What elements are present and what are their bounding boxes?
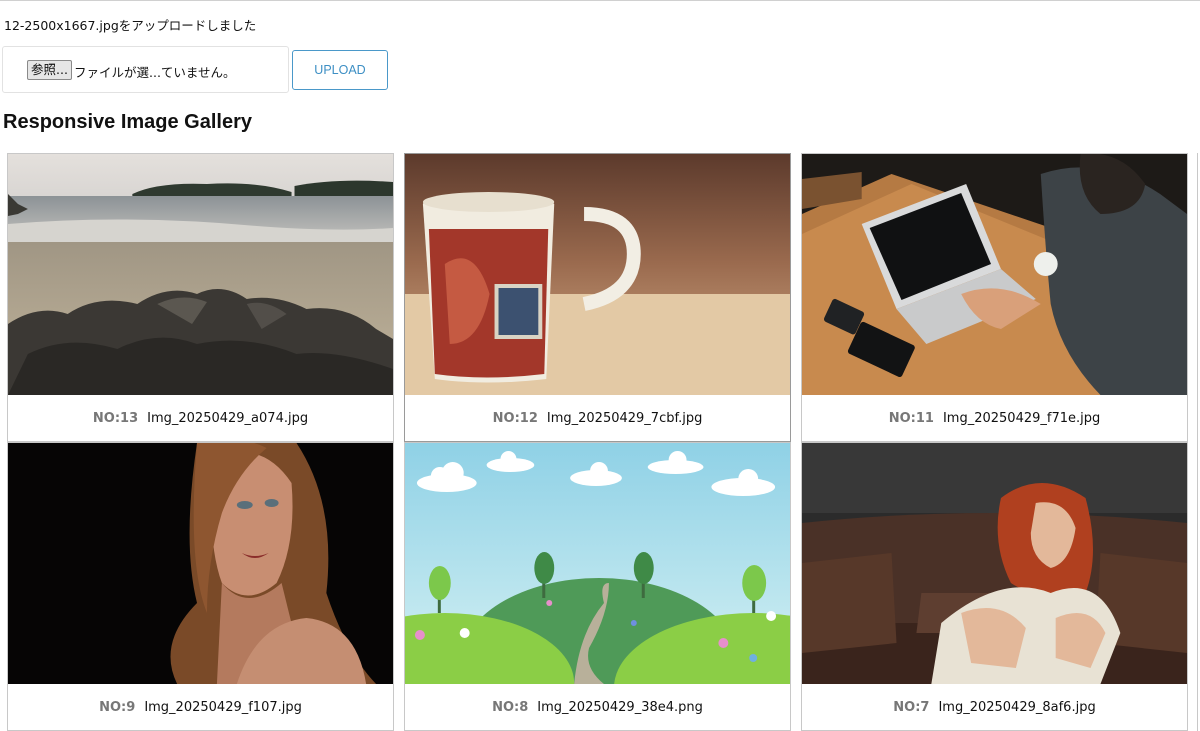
image-number: NO:9 <box>99 699 136 715</box>
gallery-caption: NO:7 Img_20250429_8af6.jpg <box>802 684 1187 730</box>
gallery-title: Responsive Image Gallery <box>3 111 253 133</box>
image-filename: Img_20250429_7cbf.jpg <box>546 410 703 426</box>
image-filename: Img_20250429_f71e.jpg <box>942 410 1101 426</box>
file-input-box[interactable]: 参照... ファイルが選...ていません。 <box>2 46 289 93</box>
image-number: NO:11 <box>888 410 934 426</box>
image-number: NO:7 <box>893 699 930 715</box>
gallery-card[interactable]: NO:9 Img_20250429_f107.jpg <box>7 442 394 731</box>
gallery-card[interactable]: NO:11 Img_20250429_f71e.jpg <box>801 153 1188 442</box>
image-filename: Img_20250429_8af6.jpg <box>938 699 1096 715</box>
image-number: NO:8 <box>492 699 529 715</box>
gallery-card[interactable]: NO:13 Img_20250429_a074.jpg <box>7 153 394 442</box>
gallery-card[interactable]: NO:7 Img_20250429_8af6.jpg <box>801 442 1188 731</box>
gallery-caption: NO:8 Img_20250429_38e4.png <box>405 684 790 730</box>
gallery-caption: NO:12 Img_20250429_7cbf.jpg <box>405 395 790 441</box>
mug-photo[interactable] <box>405 154 790 395</box>
gallery-caption: NO:13 Img_20250429_a074.jpg <box>8 395 393 441</box>
upload-button[interactable]: UPLOAD <box>292 50 388 90</box>
portrait-photo[interactable] <box>8 443 393 684</box>
hills-illustration[interactable] <box>405 443 790 684</box>
image-filename: Img_20250429_38e4.png <box>537 699 703 715</box>
file-status-label: ファイルが選...ていません。 <box>74 65 236 80</box>
gallery-card[interactable]: NO:8 Img_20250429_38e4.png <box>404 442 791 731</box>
browse-button[interactable]: 参照... <box>27 60 72 80</box>
image-number: NO:13 <box>92 410 139 426</box>
laptop-photo[interactable] <box>802 154 1187 395</box>
image-filename: Img_20250429_a074.jpg <box>147 410 309 426</box>
beach-rocks-photo[interactable] <box>8 154 393 395</box>
sofa-photo[interactable] <box>802 443 1187 684</box>
image-number: NO:12 <box>492 410 538 426</box>
gallery-caption: NO:11 Img_20250429_f71e.jpg <box>802 395 1187 441</box>
top-divider <box>0 0 1200 1</box>
gallery-card[interactable]: NO:12 Img_20250429_7cbf.jpg <box>404 153 791 442</box>
upload-status-message: 12-2500x1667.jpgをアップロードしました <box>4 18 257 33</box>
gallery-caption: NO:9 Img_20250429_f107.jpg <box>8 684 393 730</box>
image-filename: Img_20250429_f107.jpg <box>144 699 302 715</box>
